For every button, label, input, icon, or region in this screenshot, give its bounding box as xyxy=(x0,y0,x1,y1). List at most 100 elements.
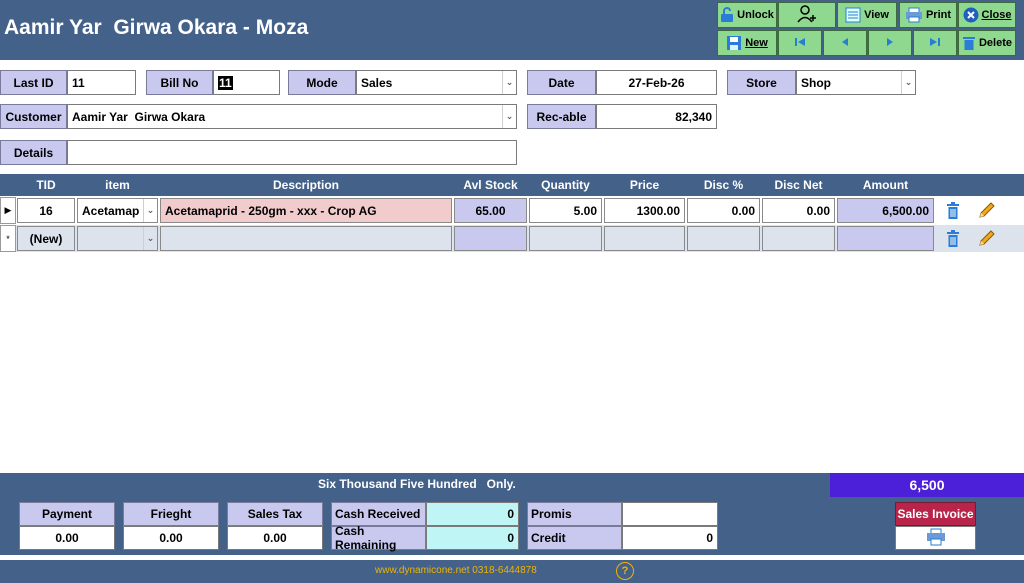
credit-field: 0 xyxy=(622,526,718,550)
add-user-button[interactable] xyxy=(778,2,836,28)
details-field[interactable] xyxy=(67,140,517,165)
new-row-price[interactable] xyxy=(604,226,685,251)
help-icon[interactable]: ? xyxy=(616,562,634,580)
cell-disc-net[interactable]: 0.00 xyxy=(762,198,835,223)
unlock-button[interactable]: Unlock xyxy=(717,2,777,28)
printer-icon xyxy=(905,7,923,23)
col-avl-stock[interactable]: Avl Stock xyxy=(454,178,527,192)
bill-no-field[interactable]: 11 xyxy=(213,70,280,95)
view-button[interactable]: View xyxy=(837,2,897,28)
cell-tid[interactable]: 16 xyxy=(17,198,75,223)
new-row-selector[interactable]: * xyxy=(0,225,16,252)
col-amount[interactable]: Amount xyxy=(837,178,934,192)
chevron-down-icon[interactable]: ⌄ xyxy=(143,199,157,222)
previous-record-button[interactable] xyxy=(823,30,867,56)
edit-row-pencil-icon[interactable] xyxy=(976,199,998,221)
delete-row-icon[interactable] xyxy=(942,228,964,250)
date-label: Date xyxy=(527,70,596,95)
grand-total: 6,500 xyxy=(830,473,1024,497)
chevron-down-icon[interactable]: ⌄ xyxy=(502,71,516,94)
sales-invoice-button[interactable]: Sales Invoice xyxy=(895,502,976,526)
receivable-label: Rec-able xyxy=(527,104,596,129)
customer-value: Aamir Yar Girwa Okara xyxy=(72,109,206,124)
cell-disc-pct[interactable]: 0.00 xyxy=(687,198,760,223)
new-row-amount xyxy=(837,226,934,251)
cell-quantity[interactable]: 5.00 xyxy=(529,198,602,223)
store-label: Store xyxy=(727,70,796,95)
new-row-quantity[interactable] xyxy=(529,226,602,251)
new-row-tid[interactable]: (New) xyxy=(17,226,75,251)
add-user-icon xyxy=(796,4,818,27)
trash-icon xyxy=(962,35,976,51)
cash-received-label: Cash Received xyxy=(331,502,426,526)
sales-tax-label: Sales Tax xyxy=(227,502,323,526)
chevron-down-icon[interactable]: ⌄ xyxy=(143,227,157,250)
print-button[interactable]: Print xyxy=(899,2,957,28)
cell-amount: 6,500.00 xyxy=(837,198,934,223)
cell-item-value: Acetamap xyxy=(82,203,140,218)
next-record-button[interactable] xyxy=(868,30,912,56)
print-invoice-button[interactable] xyxy=(895,526,976,550)
cash-remaining-label: Cash Remaining xyxy=(331,524,426,552)
new-button[interactable]: New xyxy=(717,30,777,56)
col-tid[interactable]: TID xyxy=(16,178,76,192)
last-record-icon xyxy=(929,37,941,50)
previous-icon xyxy=(840,37,850,50)
col-disc-pct[interactable]: Disc % xyxy=(687,178,760,192)
customer-select[interactable]: Aamir Yar Girwa Okara ⌄ xyxy=(67,104,517,129)
cash-remaining-field: 0 xyxy=(426,526,519,550)
date-field[interactable]: 27-Feb-26 xyxy=(596,70,717,95)
last-id-field[interactable]: 11 xyxy=(67,70,136,95)
first-record-button[interactable] xyxy=(778,30,822,56)
col-description[interactable]: Description xyxy=(160,178,452,192)
cash-received-field[interactable]: 0 xyxy=(426,502,519,526)
close-label: Close xyxy=(981,9,1012,21)
details-label: Details xyxy=(0,140,67,165)
promis-label: Promis xyxy=(527,502,622,526)
col-item[interactable]: item xyxy=(77,178,158,192)
new-row-item[interactable]: ⌄ xyxy=(77,226,158,251)
cell-description[interactable]: Acetamaprid - 250gm - xxx - Crop AG xyxy=(160,198,452,223)
receivable-field: 82,340 xyxy=(596,104,717,129)
new-row-disc-net[interactable] xyxy=(762,226,835,251)
mode-label: Mode xyxy=(288,70,356,95)
summary-panel: Payment 0.00 Frieght 0.00 Sales Tax 0.00… xyxy=(0,497,1024,555)
view-icon xyxy=(845,7,861,23)
chevron-down-icon[interactable]: ⌄ xyxy=(901,71,915,94)
col-disc-net[interactable]: Disc Net xyxy=(762,178,835,192)
sales-tax-field[interactable]: 0.00 xyxy=(227,526,323,550)
contact-info: www.dynamicone.net 0318-6444878 xyxy=(375,565,537,576)
payment-label: Payment xyxy=(19,502,115,526)
close-icon xyxy=(963,7,979,23)
payment-field[interactable]: 0.00 xyxy=(19,526,115,550)
store-select[interactable]: Shop ⌄ xyxy=(796,70,916,95)
new-row-disc-pct[interactable] xyxy=(687,226,760,251)
lock-icon xyxy=(720,7,734,23)
col-price[interactable]: Price xyxy=(604,178,685,192)
promis-field[interactable] xyxy=(622,502,718,526)
col-quantity[interactable]: Quantity xyxy=(529,178,602,192)
row-selector[interactable]: ▶ xyxy=(0,197,16,224)
delete-label: Delete xyxy=(978,37,1013,49)
close-button[interactable]: Close xyxy=(958,2,1016,28)
edit-row-pencil-icon[interactable] xyxy=(976,227,998,249)
grid-header: TID item Description Avl Stock Quantity … xyxy=(0,174,1024,196)
floppy-icon xyxy=(726,35,742,51)
status-bar: www.dynamicone.net 0318-6444878 ? xyxy=(0,560,1024,583)
delete-button[interactable]: Delete xyxy=(958,30,1016,56)
mode-select[interactable]: Sales ⌄ xyxy=(356,70,517,95)
delete-row-icon[interactable] xyxy=(942,200,964,222)
frieght-field[interactable]: 0.00 xyxy=(123,526,219,550)
cell-item[interactable]: Acetamap ⌄ xyxy=(77,198,158,223)
cell-price[interactable]: 1300.00 xyxy=(604,198,685,223)
chevron-down-icon[interactable]: ⌄ xyxy=(502,105,516,128)
last-record-button[interactable] xyxy=(913,30,957,56)
first-record-icon xyxy=(794,37,806,50)
printer-icon xyxy=(926,528,946,549)
new-row-description[interactable] xyxy=(160,226,452,251)
new-label: New xyxy=(745,37,768,49)
print-label: Print xyxy=(925,9,952,21)
customer-label: Customer xyxy=(0,104,67,129)
app-title: Aamir Yar Girwa Okara - Moza xyxy=(4,16,309,39)
bill-no-value: 11 xyxy=(218,75,233,90)
